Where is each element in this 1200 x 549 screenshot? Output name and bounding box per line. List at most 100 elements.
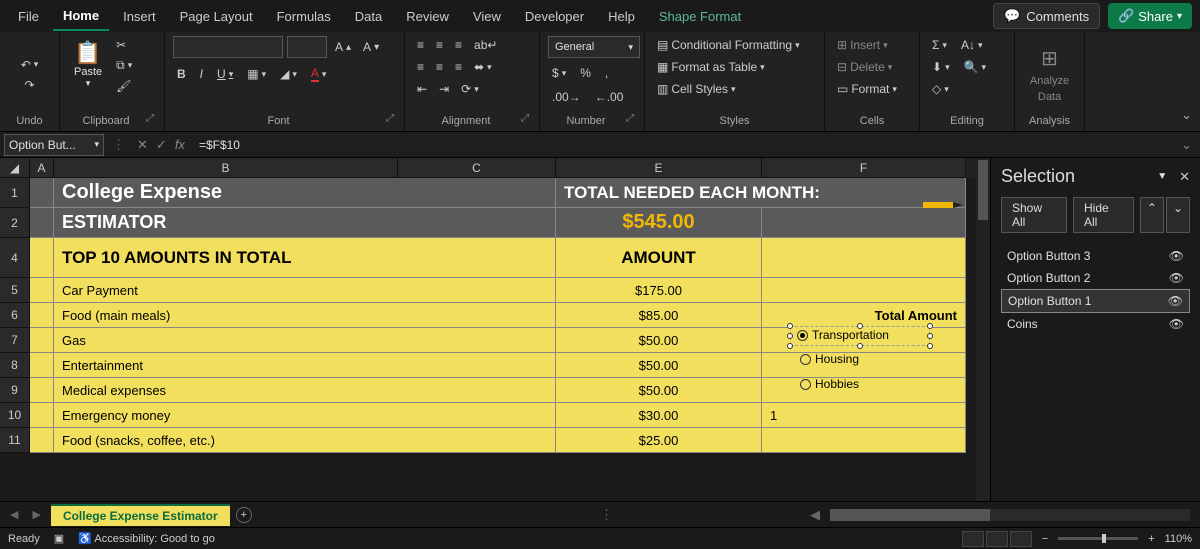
- cell-F9[interactable]: [762, 378, 966, 403]
- col-header-A[interactable]: A: [30, 158, 54, 178]
- percent-button[interactable]: %: [576, 64, 595, 82]
- selection-item-1[interactable]: Option Button 2👁: [1001, 267, 1190, 289]
- cell-B8[interactable]: Entertainment: [54, 353, 556, 378]
- selection-item-0[interactable]: Option Button 3👁: [1001, 245, 1190, 267]
- cell-A5[interactable]: [30, 278, 54, 303]
- paste-button[interactable]: 📋 Paste ▾: [68, 36, 108, 93]
- increase-decimal-button[interactable]: .00→: [548, 88, 585, 106]
- comments-button[interactable]: 💬 Comments: [993, 3, 1100, 29]
- align-left-button[interactable]: ≡: [413, 58, 428, 76]
- cell-A4[interactable]: [30, 238, 54, 278]
- cut-button[interactable]: ✂: [112, 36, 136, 54]
- fill-button[interactable]: ⬇ ▾: [928, 58, 954, 76]
- cell-E11[interactable]: $25.00: [556, 428, 762, 453]
- cell-B4[interactable]: TOP 10 AMOUNTS IN TOTAL: [54, 238, 556, 278]
- cell-E6[interactable]: $85.00: [556, 303, 762, 328]
- font-color-button[interactable]: A ▾: [307, 64, 331, 84]
- hscroll-left-icon[interactable]: ◀: [810, 507, 820, 523]
- font-launcher[interactable]: ⤢: [384, 113, 396, 129]
- zoom-in-button[interactable]: +: [1148, 533, 1154, 545]
- cell-E4[interactable]: AMOUNT: [556, 238, 762, 278]
- eye-icon[interactable]: 👁: [1169, 249, 1184, 263]
- cell-A6[interactable]: [30, 303, 54, 328]
- tab-formulas[interactable]: Formulas: [267, 3, 341, 30]
- select-all-corner[interactable]: ◢: [0, 158, 30, 178]
- col-header-B[interactable]: B: [54, 158, 398, 178]
- sheet-scroll-right[interactable]: ▶: [28, 508, 44, 521]
- cell-E9[interactable]: $50.00: [556, 378, 762, 403]
- number-format-select[interactable]: General▾: [548, 36, 640, 58]
- page-layout-view-button[interactable]: [986, 531, 1008, 547]
- hide-all-button[interactable]: Hide All: [1073, 197, 1134, 233]
- comma-button[interactable]: ,: [601, 64, 612, 82]
- row-header-6[interactable]: 6: [0, 303, 30, 328]
- copy-button[interactable]: ⧉▾: [112, 56, 136, 75]
- conditional-formatting-button[interactable]: ▤ Conditional Formatting ▾: [653, 36, 804, 54]
- macro-record-icon[interactable]: ▣: [54, 532, 64, 545]
- zoom-level[interactable]: 110%: [1165, 533, 1192, 545]
- redo-button[interactable]: ↷: [20, 76, 38, 94]
- show-all-button[interactable]: Show All: [1001, 197, 1067, 233]
- tab-developer[interactable]: Developer: [515, 3, 594, 30]
- eye-icon[interactable]: 👁: [1169, 317, 1184, 331]
- zoom-out-button[interactable]: −: [1042, 533, 1048, 545]
- cancel-formula-button[interactable]: ✕: [137, 137, 148, 153]
- selection-item-2[interactable]: Option Button 1👁: [1001, 289, 1190, 313]
- sheet-scroll-left[interactable]: ◀: [6, 508, 22, 521]
- option-button-1-shape[interactable]: Transportation: [790, 326, 930, 346]
- tab-insert[interactable]: Insert: [113, 3, 166, 30]
- currency-button[interactable]: $ ▾: [548, 64, 570, 82]
- close-selection-pane-button[interactable]: ✕: [1179, 169, 1190, 185]
- cell-F8[interactable]: [762, 353, 966, 378]
- cell-F5[interactable]: [762, 278, 966, 303]
- decrease-font-button[interactable]: A▾: [359, 38, 383, 56]
- cell-B2[interactable]: ESTIMATOR: [54, 208, 556, 238]
- sheet-tab-active[interactable]: College Expense Estimator: [51, 504, 230, 526]
- format-cells-button[interactable]: ▭ Format ▾: [833, 80, 901, 98]
- italic-button[interactable]: I: [196, 65, 207, 83]
- collapse-ribbon-button[interactable]: ⌄: [1173, 32, 1200, 131]
- underline-button[interactable]: U ▾: [213, 65, 237, 83]
- fx-button[interactable]: fx: [175, 137, 185, 153]
- decrease-decimal-button[interactable]: ←.00: [591, 88, 628, 106]
- tab-shape-format[interactable]: Shape Format: [649, 3, 751, 30]
- undo-button[interactable]: ↶ ▾: [17, 56, 43, 74]
- tab-review[interactable]: Review: [396, 3, 459, 30]
- row-header-4[interactable]: 4: [0, 238, 30, 278]
- align-right-button[interactable]: ≡: [451, 58, 466, 76]
- cell-E1[interactable]: TOTAL NEEDED EACH MONTH:: [556, 178, 966, 208]
- autosum-button[interactable]: Σ ▾: [928, 36, 951, 54]
- orientation-button[interactable]: ⟳ ▾: [457, 80, 483, 98]
- eye-icon[interactable]: 👁: [1168, 294, 1183, 308]
- cell-E8[interactable]: $50.00: [556, 353, 762, 378]
- col-header-F[interactable]: F: [762, 158, 966, 178]
- row-header-2[interactable]: 2: [0, 208, 30, 238]
- row-header-1[interactable]: 1: [0, 178, 30, 208]
- cell-A11[interactable]: [30, 428, 54, 453]
- clear-button[interactable]: ◇ ▾: [928, 80, 953, 98]
- font-name-select[interactable]: [173, 36, 283, 58]
- cell-styles-button[interactable]: ▥ Cell Styles ▾: [653, 80, 740, 98]
- cell-B10[interactable]: Emergency money: [54, 403, 556, 428]
- cell-E5[interactable]: $175.00: [556, 278, 762, 303]
- cell-B9[interactable]: Medical expenses: [54, 378, 556, 403]
- row-header-11[interactable]: 11: [0, 428, 30, 453]
- accessibility-status[interactable]: ♿ Accessibility: Good to go: [78, 532, 215, 545]
- cell-B11[interactable]: Food (snacks, coffee, etc.): [54, 428, 556, 453]
- cell-B1[interactable]: College Expense: [54, 178, 556, 208]
- horizontal-scrollbar[interactable]: [830, 509, 1190, 521]
- insert-cells-button[interactable]: ⊞ Insert ▾: [833, 36, 892, 54]
- sort-filter-button[interactable]: A↓ ▾: [957, 36, 987, 54]
- cell-B6[interactable]: Food (main meals): [54, 303, 556, 328]
- tab-help[interactable]: Help: [598, 3, 645, 30]
- tab-page-layout[interactable]: Page Layout: [170, 3, 263, 30]
- tab-data[interactable]: Data: [345, 3, 392, 30]
- cell-F4[interactable]: [762, 238, 966, 278]
- name-box[interactable]: Option But...▾: [4, 134, 104, 156]
- bold-button[interactable]: B: [173, 65, 190, 83]
- row-header-7[interactable]: 7: [0, 328, 30, 353]
- increase-font-button[interactable]: A▴: [331, 38, 355, 56]
- share-button[interactable]: 🔗 Share ▾: [1108, 3, 1192, 29]
- align-top-button[interactable]: ≡: [413, 36, 428, 54]
- col-header-C[interactable]: C: [398, 158, 556, 178]
